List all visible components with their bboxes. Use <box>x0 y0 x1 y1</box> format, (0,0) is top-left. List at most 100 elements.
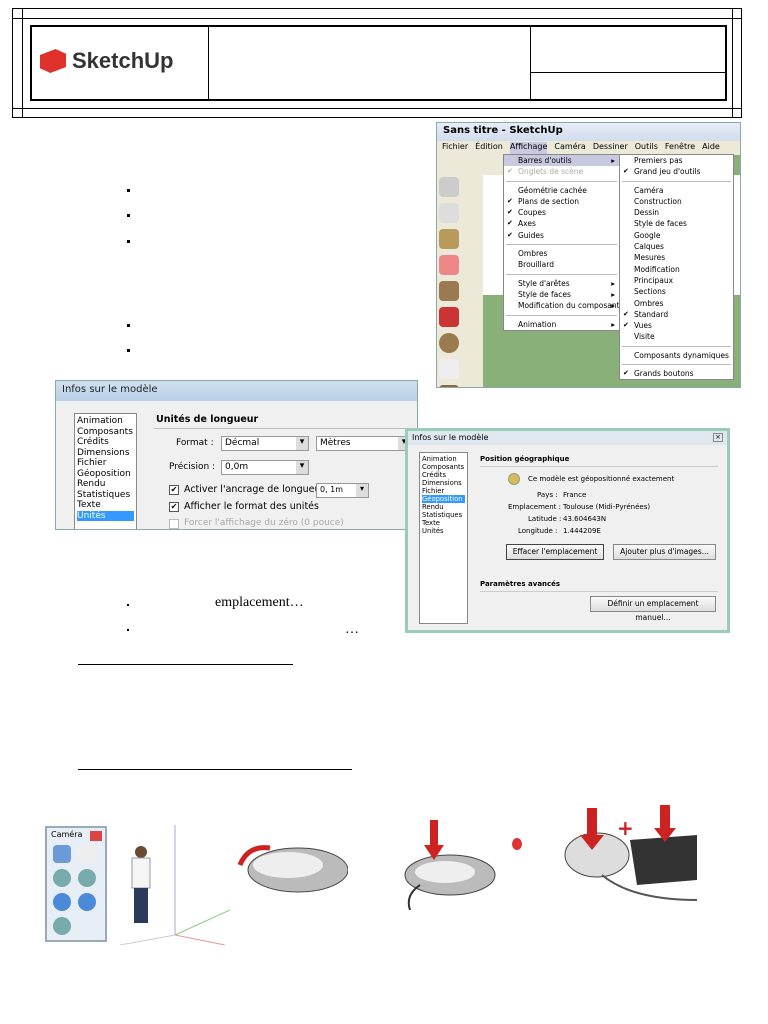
dialog-title: Infos sur le modèle <box>56 381 417 401</box>
menu-item[interactable]: Standard <box>620 309 733 320</box>
category-item[interactable]: Géoposition <box>422 495 465 503</box>
category-item[interactable]: Animation <box>422 455 465 463</box>
category-list[interactable]: Animation Composants Crédits Dimensions Fich… <box>74 413 137 529</box>
figure-with-axes <box>120 825 230 945</box>
snap-checkbox[interactable]: ✔ <box>169 485 179 495</box>
menu-item[interactable]: Axes <box>504 218 619 229</box>
previous-view-icon[interactable] <box>77 893 96 911</box>
pays-value: France <box>563 491 587 499</box>
menu-item[interactable]: Construction <box>620 196 733 207</box>
menu-item[interactable]: Grands boutons <box>620 368 733 379</box>
add-images-button[interactable]: Ajouter plus d'images... <box>613 544 716 560</box>
menu-item[interactable]: Modification du composant <box>504 300 620 311</box>
menu-7[interactable]: Aide <box>702 142 720 154</box>
bullet <box>127 349 130 352</box>
logo-text: SketchUp <box>72 48 174 73</box>
menu-item[interactable]: Caméra <box>620 185 733 196</box>
menu-0[interactable]: Fichier <box>442 142 468 154</box>
menu-3[interactable]: Caméra <box>554 142 585 154</box>
bullet <box>127 240 130 243</box>
menu-item[interactable]: Style de faces <box>620 218 733 229</box>
category-item[interactable]: Unités <box>422 527 465 535</box>
menu-item[interactable]: Ombres <box>620 298 733 309</box>
heading-underline <box>78 664 293 665</box>
category-item[interactable]: Fichier <box>77 458 134 469</box>
clear-location-button[interactable]: Effacer l'emplacement <box>506 544 604 560</box>
menu-item[interactable]: Calques <box>620 241 733 252</box>
category-item[interactable]: Rendu <box>77 479 134 490</box>
menu-item[interactable]: Barres d'outils <box>504 155 619 167</box>
menu-item[interactable]: Guides <box>504 230 619 241</box>
emplacement-label: Emplacement : <box>508 503 561 511</box>
menu-item[interactable]: Mesures <box>620 252 733 263</box>
category-item[interactable]: Texte <box>77 500 134 511</box>
force-zero-checkbox[interactable] <box>169 519 179 529</box>
category-item[interactable]: Texte <box>422 519 465 527</box>
orbit-icon[interactable] <box>53 845 71 863</box>
menu-item[interactable]: Dessin <box>620 207 733 218</box>
category-item[interactable]: Unités <box>77 510 134 521</box>
category-item[interactable]: Statistiques <box>422 511 465 519</box>
menu-item[interactable]: Animation <box>504 319 619 330</box>
category-item[interactable]: Dimensions <box>422 479 465 487</box>
zoom-window-icon[interactable] <box>77 869 96 887</box>
menu-item[interactable]: Géométrie cachée <box>504 185 619 196</box>
menu-item[interactable]: Ombres <box>504 248 619 259</box>
menu-2[interactable]: Affichage <box>509 142 548 154</box>
geo-dialog: Infos sur le modèle × Animation Composant… <box>405 428 730 633</box>
zoom-extents-icon[interactable] <box>53 893 71 911</box>
category-item[interactable]: Animation <box>77 416 134 427</box>
format-select[interactable]: Décmal <box>221 436 309 451</box>
manual-location-button[interactable]: Définir un emplacement manuel... <box>590 596 716 622</box>
close-icon[interactable] <box>90 831 102 841</box>
menu-item[interactable]: Modification <box>620 264 733 275</box>
show-format-checkbox[interactable]: ✔ <box>169 502 179 512</box>
menu-separator <box>506 273 617 275</box>
mouse-scroll-icon <box>237 845 348 893</box>
precision-select[interactable]: 0,0m <box>221 460 309 475</box>
menu-item[interactable]: Grand jeu d'outils <box>620 166 733 177</box>
menu-item[interactable]: Sections <box>620 286 733 297</box>
bullet <box>127 214 130 217</box>
category-item[interactable]: Rendu <box>422 503 465 511</box>
snap-label: Activer l'ancrage de longueur <box>184 484 325 495</box>
category-list[interactable]: Animation Composants Crédits Dimensions Fich… <box>419 452 468 624</box>
category-item[interactable]: Crédits <box>422 471 465 479</box>
zoom-icon[interactable] <box>53 869 71 887</box>
category-item[interactable]: Composants <box>422 463 465 471</box>
menu-item[interactable]: Principaux <box>620 275 733 286</box>
close-icon[interactable]: × <box>713 433 723 442</box>
menu-item[interactable]: Visite <box>620 331 733 342</box>
bullet-text: … <box>345 622 359 637</box>
category-item[interactable]: Fichier <box>422 487 465 495</box>
precision-label: Précision : <box>169 462 216 472</box>
menu-item[interactable]: Premiers pas <box>620 155 733 166</box>
category-item[interactable]: Dimensions <box>77 448 134 459</box>
menu-4[interactable]: Dessiner <box>593 142 628 154</box>
zoom-all-icon[interactable] <box>53 917 71 935</box>
menu-6[interactable]: Fenêtre <box>665 142 695 154</box>
menu-item[interactable]: Onglets de scène <box>504 166 619 177</box>
window-title: Sans titre - SketchUp <box>437 123 740 141</box>
geolocation-icon <box>508 473 520 485</box>
menu-item[interactable]: Style d'arêtes <box>504 278 619 289</box>
category-item[interactable]: Géoposition <box>77 469 134 480</box>
pan-icon[interactable] <box>77 845 96 863</box>
menu-item[interactable]: Style de faces <box>504 289 619 300</box>
unit-select[interactable]: Mètres <box>316 436 411 451</box>
menu-item[interactable]: Composants dynamiques <box>620 350 733 361</box>
category-item[interactable]: Crédits <box>77 437 134 448</box>
snap-input[interactable]: 0, 1m <box>316 483 369 498</box>
menu-separator <box>622 345 731 347</box>
menu-item[interactable]: Google <box>620 230 733 241</box>
menu-item[interactable]: Coupes <box>504 207 619 218</box>
menu-5[interactable]: Outils <box>635 142 658 154</box>
menu-item[interactable]: Brouillard <box>504 259 619 270</box>
menu-item[interactable]: Vues <box>620 320 733 331</box>
menu-item[interactable]: Plans de section <box>504 196 619 207</box>
menu-1[interactable]: Édition <box>475 142 503 154</box>
force-zero-label: Forcer l'affichage du zéro (0 pouce) <box>184 518 344 528</box>
category-item[interactable]: Composants <box>77 427 134 438</box>
category-item[interactable]: Statistiques <box>77 490 134 501</box>
mouse-middle-click-icon <box>404 820 496 910</box>
